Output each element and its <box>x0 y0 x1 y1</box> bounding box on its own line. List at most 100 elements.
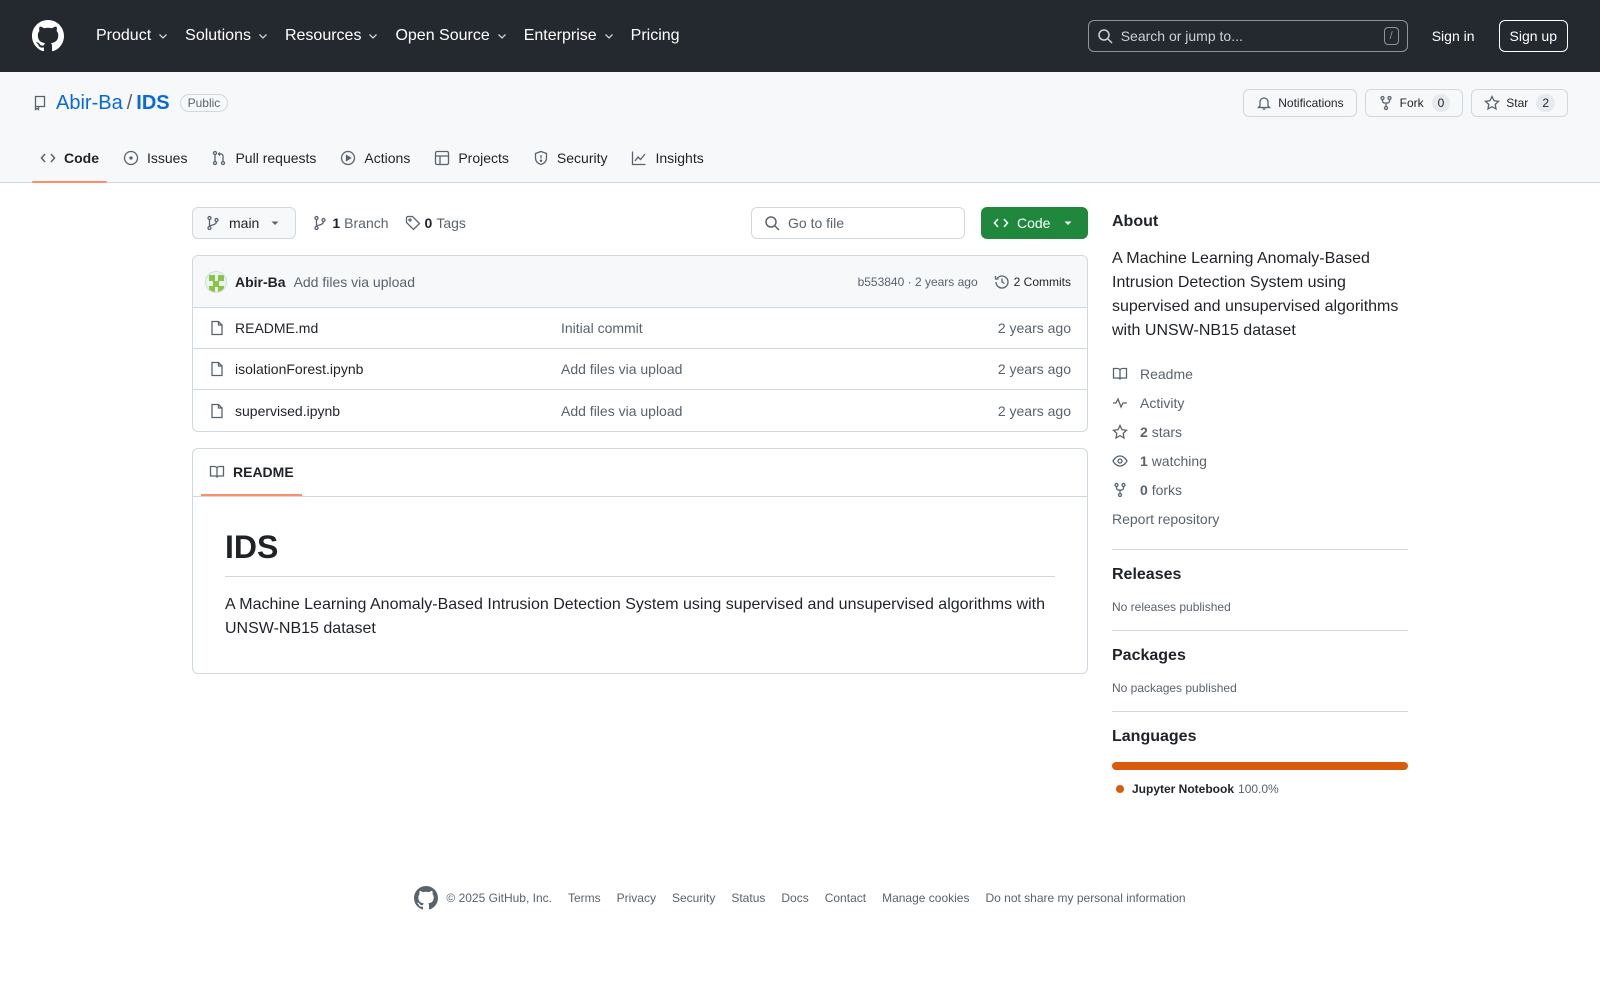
footer-link-do-not-share[interactable]: Do not share my personal information <box>985 891 1185 905</box>
stars-label: stars <box>1151 423 1183 440</box>
branch-icon <box>314 215 327 231</box>
watching-label: watching <box>1151 452 1207 469</box>
watchers-link[interactable]: 1 watching <box>1112 446 1408 475</box>
tab-projects[interactable]: Projects <box>426 134 517 182</box>
code-button-label: Code <box>1017 215 1051 231</box>
tag-count: 0 <box>424 215 433 231</box>
footer-link-manage-cookies[interactable]: Manage cookies <box>882 891 969 905</box>
tab-label: Issues <box>147 150 188 166</box>
nav-solutions[interactable]: Solutions <box>177 16 277 56</box>
file-name[interactable]: isolationForest.ipynb <box>235 361 561 377</box>
nav-open-source[interactable]: Open Source <box>387 16 515 56</box>
file-row[interactable]: README.md Initial commit 2 years ago <box>193 308 1087 349</box>
releases-heading[interactable]: Releases <box>1112 566 1408 584</box>
tags-link[interactable]: 0 Tags <box>405 215 466 231</box>
languages-heading: Languages <box>1112 728 1197 745</box>
go-to-file-input[interactable]: Go to file <box>751 207 965 239</box>
bell-icon <box>1257 97 1272 110</box>
file-name[interactable]: README.md <box>235 320 561 336</box>
readme-link-label: Readme <box>1140 365 1193 382</box>
search-icon <box>765 216 780 231</box>
book-icon <box>209 465 225 478</box>
repo-title-row: Abir-Ba / IDS Public Notifications Fork … <box>32 72 1568 134</box>
readme-link[interactable]: Readme <box>1112 359 1408 388</box>
chevron-down-icon <box>369 34 378 39</box>
tab-issues[interactable]: Issues <box>115 134 195 182</box>
footer-link-docs[interactable]: Docs <box>781 891 808 905</box>
commit-author[interactable]: Abir-Ba <box>235 274 286 290</box>
fork-icon <box>1379 95 1392 111</box>
notifications-button[interactable]: Notifications <box>1243 89 1357 117</box>
file-name[interactable]: supervised.ipynb <box>235 403 561 419</box>
nav-label: Resources <box>284 27 362 44</box>
packages-heading[interactable]: Packages <box>1112 647 1408 665</box>
divider <box>1112 630 1408 631</box>
repo-name-link[interactable]: IDS <box>136 92 169 115</box>
footer-link-status[interactable]: Status <box>731 891 765 905</box>
tab-security[interactable]: Security <box>525 134 616 182</box>
file-commit-message[interactable]: Add files via upload <box>561 403 682 419</box>
forks-count: 0 <box>1140 481 1148 498</box>
file-icon <box>211 320 223 336</box>
report-repository-link[interactable]: Report repository <box>1112 504 1408 533</box>
avatar[interactable] <box>205 270 227 293</box>
commit-hash-and-time[interactable]: b553840 · 2 years ago <box>858 275 978 289</box>
fork-label: Fork <box>1399 96 1424 110</box>
file-commit-message[interactable]: Add files via upload <box>561 361 682 377</box>
caret-down-icon <box>1064 221 1072 225</box>
book-icon <box>1112 367 1128 380</box>
github-logo-icon[interactable] <box>414 886 439 910</box>
footer-link-contact[interactable]: Contact <box>825 891 866 905</box>
forks-link[interactable]: 0 forks <box>1112 475 1408 504</box>
sign-up-button[interactable]: Sign up <box>1498 20 1568 52</box>
github-logo-icon[interactable] <box>32 20 64 52</box>
tab-label: Security <box>556 150 608 166</box>
code-button[interactable]: Code <box>981 207 1088 239</box>
tab-actions[interactable]: Actions <box>332 134 418 182</box>
branch-selector[interactable]: main <box>192 207 297 239</box>
file-row[interactable]: isolationForest.ipynb Add files via uplo… <box>193 349 1087 390</box>
file-toolbar: main 1 Branch 0 Tags Go to file Code <box>192 207 1088 239</box>
star-button[interactable]: Star 2 <box>1471 89 1568 117</box>
nav-product[interactable]: Product <box>88 16 177 56</box>
tab-code[interactable]: Code <box>32 134 107 183</box>
language-item[interactable]: Jupyter Notebook 100.0% <box>1112 782 1408 796</box>
footer-link-security[interactable]: Security <box>672 891 715 905</box>
forks-label: forks <box>1151 481 1183 498</box>
commits-count: 2 Commits <box>1013 274 1071 289</box>
readme-title: IDS <box>225 529 1055 577</box>
search-placeholder: Search or jump to... <box>1120 28 1243 44</box>
file-age: 2 years ago <box>997 320 1071 336</box>
commits-link[interactable]: 2 Commits <box>994 274 1071 290</box>
nav-pricing[interactable]: Pricing <box>623 16 688 56</box>
footer-link-privacy[interactable]: Privacy <box>617 891 656 905</box>
branches-link[interactable]: 1 Branch <box>312 215 389 231</box>
nav-resources[interactable]: Resources <box>277 16 387 56</box>
tab-label: Actions <box>364 150 411 166</box>
sign-in-link[interactable]: Sign in <box>1432 28 1475 44</box>
fork-button[interactable]: Fork 0 <box>1364 89 1464 117</box>
tab-insights[interactable]: Insights <box>623 134 711 182</box>
stars-link[interactable]: 2 stars <box>1112 417 1408 446</box>
readme-tab[interactable]: README <box>201 448 302 496</box>
file-row[interactable]: supervised.ipynb Add files via upload 2 … <box>193 390 1087 431</box>
repo-path-separator: / <box>126 91 133 114</box>
repo-owner-link[interactable]: Abir-Ba <box>56 92 123 115</box>
chevron-down-icon <box>497 34 506 39</box>
nav-enterprise[interactable]: Enterprise <box>516 16 623 56</box>
file-commit-message[interactable]: Initial commit <box>561 320 643 336</box>
branch-icon <box>207 215 219 231</box>
global-search-input[interactable]: Search or jump to... / <box>1087 20 1408 52</box>
commit-message[interactable]: Add files via upload <box>294 274 415 290</box>
tab-pull-requests[interactable]: Pull requests <box>203 134 324 182</box>
divider <box>1112 711 1408 712</box>
footer-link-terms[interactable]: Terms <box>568 891 601 905</box>
fork-count: 0 <box>1431 94 1451 112</box>
divider <box>1112 549 1408 550</box>
tag-label: Tags <box>436 215 466 231</box>
activity-link[interactable]: Activity <box>1112 388 1408 417</box>
file-list: Abir-Ba Add files via upload b553840 · 2… <box>192 255 1088 432</box>
code-icon <box>40 153 56 163</box>
star-icon <box>1484 95 1501 111</box>
star-count: 2 <box>1536 94 1555 112</box>
